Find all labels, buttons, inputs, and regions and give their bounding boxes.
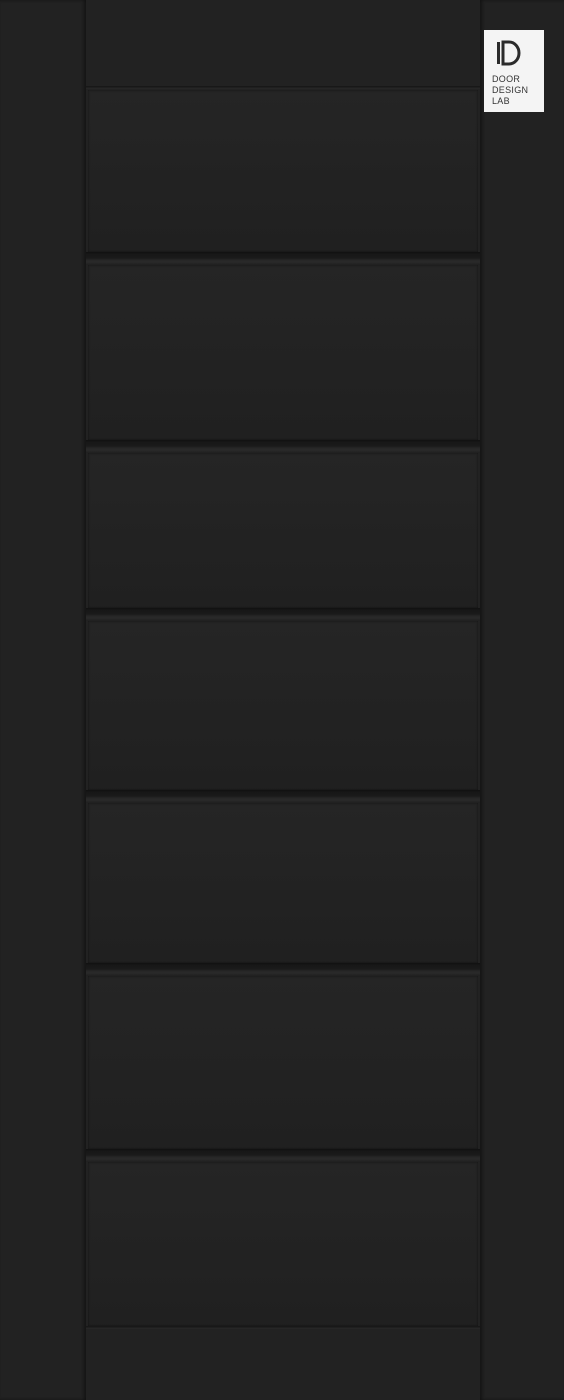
panel-groove bbox=[86, 790, 480, 803]
door-panel bbox=[88, 1162, 478, 1326]
door-image: DOOR DESIGN LAB bbox=[0, 0, 564, 1400]
panel-groove bbox=[86, 963, 480, 976]
door-panel bbox=[88, 90, 478, 252]
right-stile bbox=[480, 0, 564, 1400]
door-panel bbox=[88, 976, 478, 1149]
logo-text-line1: DOOR bbox=[492, 74, 521, 84]
logo-text-line3: LAB bbox=[492, 96, 510, 106]
dd-monogram-icon bbox=[497, 40, 521, 66]
logo-text-line2: DESIGN bbox=[492, 85, 529, 95]
bottom-rail-line bbox=[86, 1326, 480, 1329]
panel-groove bbox=[86, 1149, 480, 1162]
door-panel bbox=[88, 803, 478, 963]
panel-groove bbox=[86, 608, 480, 621]
panel-groove bbox=[86, 252, 480, 265]
door-panel bbox=[88, 453, 478, 608]
top-rail-line bbox=[86, 86, 480, 89]
door-panel bbox=[88, 621, 478, 790]
left-stile bbox=[0, 0, 86, 1400]
door-panel bbox=[88, 265, 478, 440]
brand-logo: DOOR DESIGN LAB bbox=[484, 30, 544, 112]
panel-groove bbox=[86, 440, 480, 453]
